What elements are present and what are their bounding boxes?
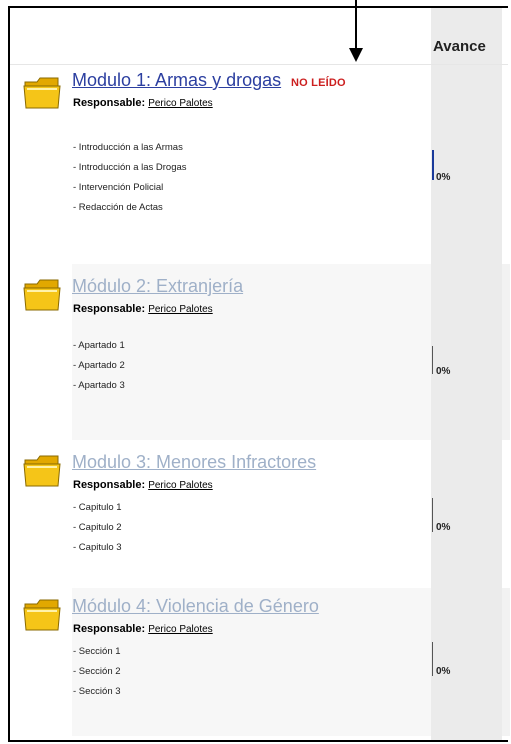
progress-bar — [432, 346, 433, 374]
module-row-2: Módulo 2: Extranjería Responsable: Peric… — [10, 264, 502, 440]
topic-item: - Apartado 2 — [73, 360, 125, 371]
module-row-3: Modulo 3: Menores Infractores Responsabl… — [10, 446, 502, 582]
responsible-label: Responsable: — [73, 303, 146, 315]
module-topic-list: - Sección 1 - Sección 2 - Sección 3 — [73, 642, 121, 702]
topic-item: - Capitulo 2 — [73, 522, 122, 533]
annotation-arrow-line — [355, 0, 357, 50]
topic-item: - Apartado 1 — [73, 340, 125, 351]
topic-item: - Apartado 3 — [73, 380, 125, 391]
progress-percent: 0% — [436, 366, 451, 377]
responsible-link[interactable]: Perico Palotes — [148, 98, 212, 109]
responsible-link[interactable]: Perico Palotes — [148, 480, 212, 491]
progress-bar — [432, 642, 433, 676]
responsible-line: Responsable: Perico Palotes — [73, 97, 213, 109]
module-topic-list: - Capitulo 1 - Capitulo 2 - Capitulo 3 — [73, 498, 122, 558]
topic-item: - Sección 3 — [73, 686, 121, 697]
topic-item: - Introducción a las Drogas — [73, 162, 187, 173]
responsible-line: Responsable: Perico Palotes — [73, 303, 213, 315]
topic-item: - Redacción de Actas — [73, 202, 163, 213]
responsible-line: Responsable: Perico Palotes — [73, 479, 213, 491]
module-title-link[interactable]: Módulo 2: Extranjería — [72, 276, 243, 297]
module-row-1: Modulo 1: Armas y drogas NO LEÍDO Respon… — [10, 68, 502, 258]
responsible-label: Responsable: — [73, 623, 146, 635]
right-edge-strip — [502, 588, 510, 736]
module-topic-list: - Introducción a las Armas - Introducció… — [73, 138, 187, 218]
modules-table: Avance Modulo 1: Armas y drogas NO LEÍDO… — [8, 6, 510, 742]
header-divider — [10, 64, 508, 65]
folder-icon — [23, 455, 61, 487]
right-edge-strip — [502, 264, 510, 440]
folder-icon — [23, 279, 61, 311]
topic-item: - Capitulo 1 — [73, 502, 122, 513]
progress-percent: 0% — [436, 172, 451, 183]
progress-bar — [432, 150, 434, 180]
responsible-line: Responsable: Perico Palotes — [73, 623, 213, 635]
module-title-link[interactable]: Modulo 3: Menores Infractores — [72, 452, 316, 473]
responsible-label: Responsable: — [73, 479, 146, 491]
responsible-link[interactable]: Perico Palotes — [148, 304, 212, 315]
topic-item: - Introducción a las Armas — [73, 142, 183, 153]
progress-percent: 0% — [436, 666, 451, 677]
arrow-down-icon — [349, 48, 363, 62]
folder-icon — [23, 77, 61, 109]
topic-item: - Capitulo 3 — [73, 542, 122, 553]
topic-item: - Sección 1 — [73, 646, 121, 657]
module-title-link[interactable]: Módulo 4: Violencia de Género — [72, 596, 319, 617]
module-row-4: Módulo 4: Violencia de Género Responsabl… — [10, 588, 502, 736]
folder-icon — [23, 599, 61, 631]
progress-column-header: Avance — [433, 38, 486, 55]
responsible-link[interactable]: Perico Palotes — [148, 624, 212, 635]
topic-item: - Sección 2 — [73, 666, 121, 677]
progress-percent: 0% — [436, 522, 451, 533]
responsible-label: Responsable: — [73, 97, 146, 109]
progress-bar — [432, 498, 433, 532]
topic-item: - Intervención Policial — [73, 182, 164, 193]
module-topic-list: - Apartado 1 - Apartado 2 - Apartado 3 — [73, 336, 125, 396]
module-title-link[interactable]: Modulo 1: Armas y drogas — [72, 70, 281, 91]
unread-badge: NO LEÍDO — [291, 77, 346, 89]
